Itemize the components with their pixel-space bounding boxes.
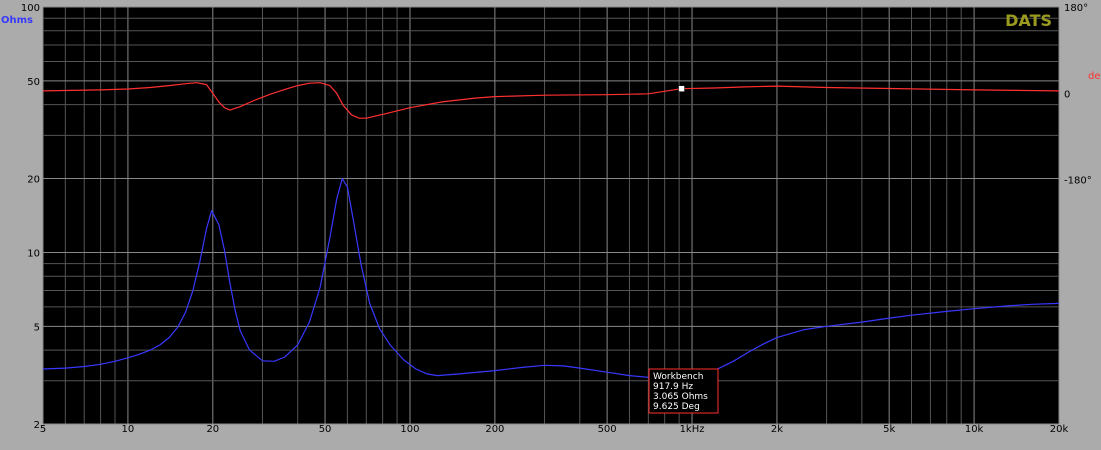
x-tick-label: 5k	[883, 424, 895, 435]
cursor-impedance: 3.065 Ohms	[653, 392, 708, 402]
cursor-marker[interactable]	[678, 85, 685, 92]
cursor-label: Workbench	[653, 372, 703, 382]
y-right-tick-label: 0	[1064, 89, 1070, 100]
x-tick-label: 200	[485, 424, 504, 435]
y-right-tick-label: -180°	[1064, 176, 1092, 187]
y-left-tick-label: 100	[21, 3, 40, 14]
x-tick-label: 500	[598, 424, 617, 435]
x-tick-label: 50	[319, 424, 332, 435]
brand-logo: DATS	[1005, 11, 1052, 30]
right-axis-unit-label: deg	[1088, 71, 1101, 82]
impedance-phase-chart[interactable]: 5 10 20 50 100 200 500 1kHz 2k 5k 10k 20k1005020105…	[0, 0, 1101, 450]
impedance-plot-window: 5 10 20 50 100 200 500 1kHz 2k 5k 10k 20k 100 50 20 10 5…	[0, 0, 1101, 450]
cursor-frequency: 917.9 Hz	[653, 382, 693, 392]
x-tick-label: 2k	[771, 424, 783, 435]
x-tick-label: 20k	[1050, 424, 1069, 435]
y-right-tick-label: 180°	[1064, 3, 1088, 14]
x-tick-label: 100	[400, 424, 419, 435]
x-tick-label: 1kHz	[680, 424, 705, 435]
y-left-tick-label: 5	[34, 322, 40, 333]
x-tick-label: 5	[40, 424, 46, 435]
x-tick-label: 10	[122, 424, 135, 435]
plot-area[interactable]	[43, 7, 1059, 424]
y-left-tick-label: 2	[34, 420, 40, 431]
x-tick-label: 10k	[965, 424, 984, 435]
y-left-tick-label: 20	[27, 175, 40, 186]
y-left-tick-label: 50	[27, 77, 40, 88]
left-axis-unit-label: Ohms	[1, 15, 33, 26]
y-left-tick-label: 10	[27, 248, 40, 259]
x-tick-label: 20	[206, 424, 219, 435]
cursor-phase: 9.625 Deg	[653, 402, 700, 412]
